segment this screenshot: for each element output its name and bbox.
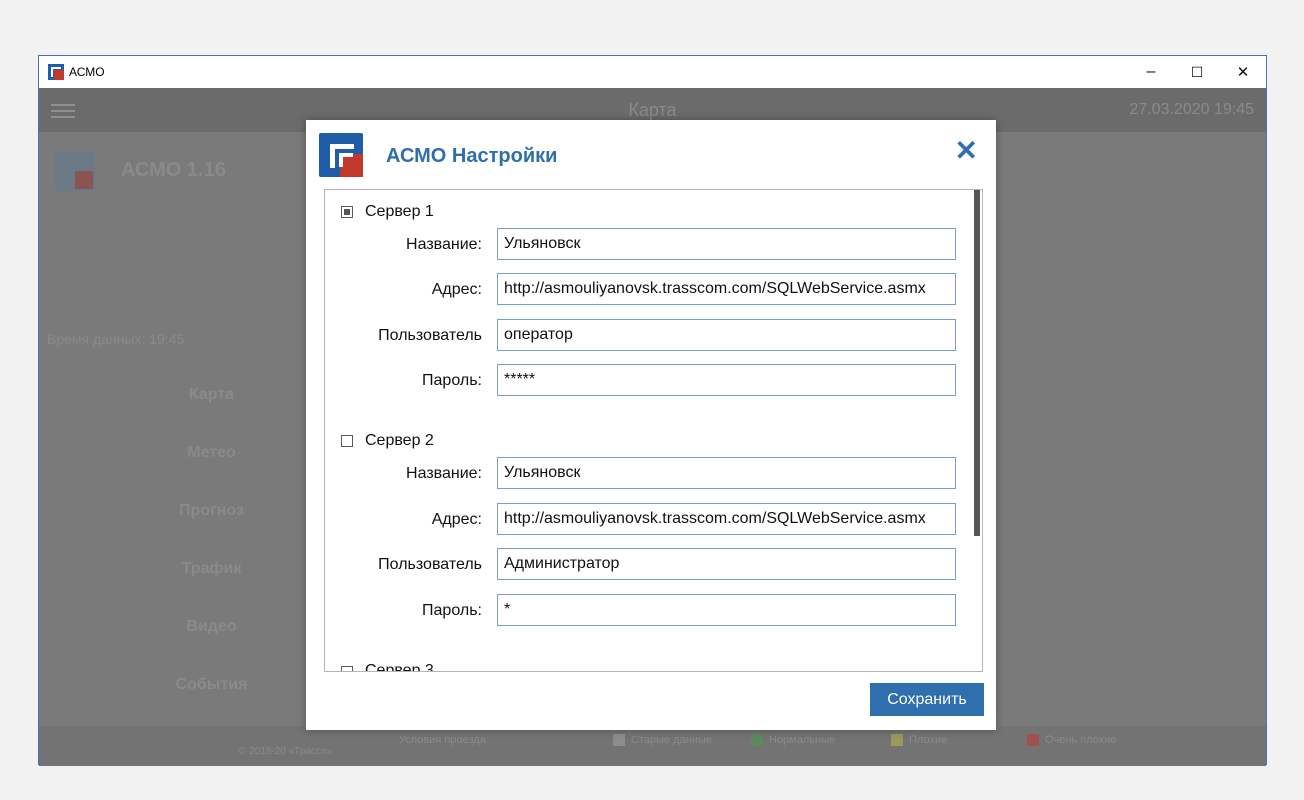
server-3-checkbox[interactable] [341, 666, 353, 671]
header-datetime: 27.03.2020 19:45 [1129, 101, 1254, 118]
server-2-name-input[interactable]: Ульяновск [497, 457, 956, 489]
page-title: Карта [628, 100, 677, 120]
app-logo [55, 151, 95, 191]
server-1-name-input[interactable]: Ульяновск [497, 228, 956, 260]
app-name: АСМО 1.16 [121, 159, 226, 181]
server-1-label: Сервер 1 [365, 203, 434, 220]
server-1-user-input[interactable]: оператор [497, 319, 956, 351]
server-2-label: Сервер 2 [365, 432, 434, 449]
scrollbar-thumb[interactable] [974, 190, 980, 536]
legend-title: Условия проезда [399, 734, 486, 746]
legend-item-normal: Нормальные [751, 734, 835, 747]
copyright: © 2018-20 «Трассе» [239, 746, 332, 757]
server-3-label: Сервер 3 [365, 662, 434, 672]
maximize-button[interactable]: ☐ [1174, 56, 1220, 88]
legend-item-bad: Плохие [891, 734, 947, 747]
legend-item-old: Старые данные [613, 734, 712, 747]
legend-swatch [891, 734, 903, 747]
server-2-address-input[interactable]: http://asmouliyanovsk.trasscom.com/SQLWe… [497, 503, 956, 535]
dialog-title: АСМО Настройки [386, 145, 558, 167]
legend-swatch [613, 734, 625, 747]
server-2-checkbox[interactable] [341, 435, 353, 447]
legend-swatch [751, 734, 763, 747]
save-button[interactable]: Сохранить [870, 683, 984, 716]
settings-dialog: АСМО Настройки ✕ Сервер 1 Название: Улья… [306, 120, 996, 730]
close-window-button[interactable]: ✕ [1220, 56, 1266, 88]
server-1-password-label: Пароль: [422, 372, 482, 389]
app-logo-icon [48, 64, 64, 80]
server-2-user-input[interactable]: Администратор [497, 548, 956, 580]
server-2-password-input[interactable]: * [497, 594, 956, 626]
server-1-password-input[interactable]: ***** [497, 364, 956, 396]
asmo-logo-icon [319, 133, 363, 177]
window-title: АСМО [69, 65, 105, 79]
server-2-user-label: Пользователь [378, 556, 482, 573]
legend-swatch [1027, 734, 1039, 747]
server-1-name-label: Название: [406, 236, 482, 253]
server-2-address-label: Адрес: [431, 511, 482, 528]
servers-panel[interactable]: Сервер 1 Название: Ульяновск Адрес: http… [324, 189, 983, 672]
server-1-address-label: Адрес: [431, 281, 482, 298]
title-bar[interactable]: АСМО – ☐ ✕ [39, 56, 1266, 88]
legend-item-very-bad: Очень плохие [1027, 734, 1117, 747]
server-2-password-label: Пароль: [422, 602, 482, 619]
data-time: Время данных: 19:45 [47, 331, 185, 347]
server-2-name-label: Название: [406, 465, 482, 482]
server-1-user-label: Пользователь [378, 327, 482, 344]
server-1-address-input[interactable]: http://asmouliyanovsk.trasscom.com/SQLWe… [497, 273, 956, 305]
server-1-checkbox[interactable] [341, 206, 353, 218]
close-icon[interactable]: ✕ [955, 134, 978, 167]
minimize-button[interactable]: – [1128, 56, 1174, 88]
